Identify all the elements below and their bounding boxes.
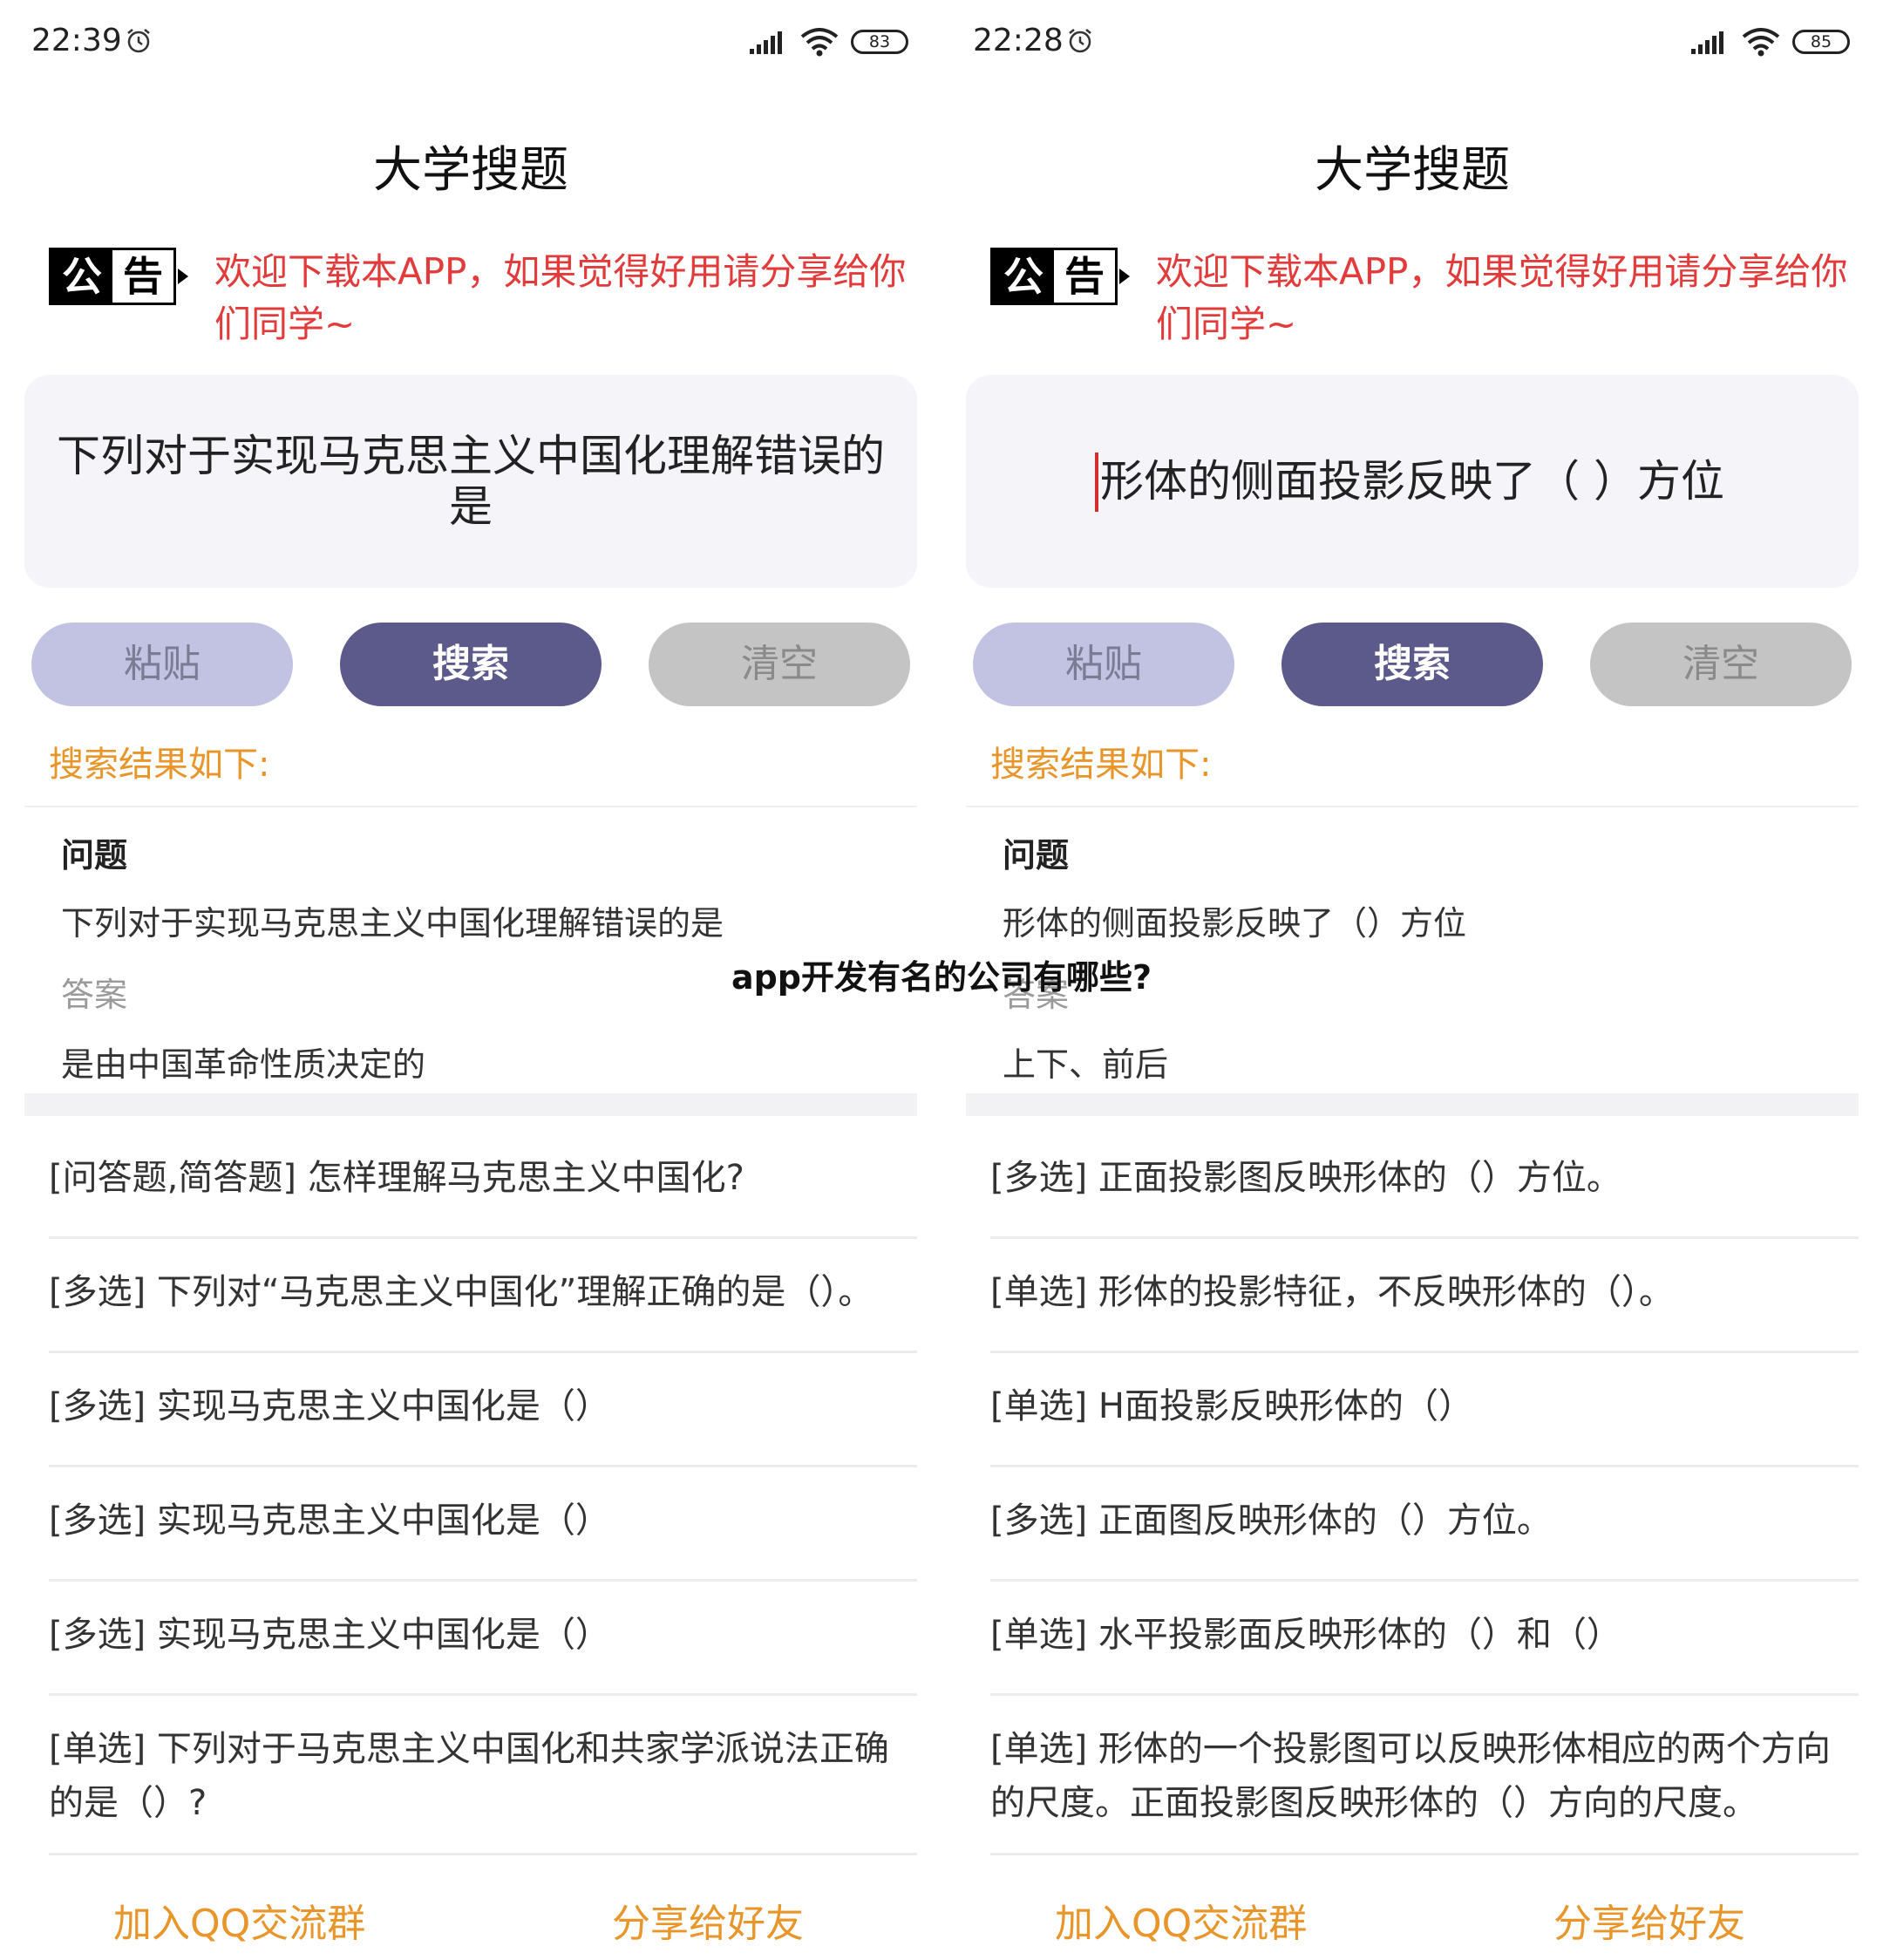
notice-arrow-icon	[178, 269, 188, 284]
notice-text: 欢迎下载本APP，如果觉得好用请分享给你们同学~	[1156, 250, 1848, 345]
share-to-friends-link[interactable]: 分享给好友	[1553, 1892, 1745, 1948]
search-input-text: 形体的侧面投影反映了（ ）方位	[1100, 456, 1724, 507]
clear-button[interactable]: 清空	[649, 623, 910, 706]
related-question-item[interactable]: [多选] 实现马克思主义中国化是（）	[49, 1582, 917, 1696]
text-cursor	[1095, 453, 1099, 512]
notice-badge: 公 告	[990, 248, 1118, 305]
results-heading: 搜索结果如下:	[990, 745, 1212, 785]
share-to-friends-link[interactable]: 分享给好友	[612, 1892, 804, 1948]
notice-arrow-icon	[1119, 269, 1130, 284]
notice-text: 欢迎下载本APP，如果觉得好用请分享给你们同学~	[214, 250, 907, 345]
join-qq-group-link[interactable]: 加入QQ交流群	[113, 1892, 365, 1948]
answer-label: 答案	[61, 976, 128, 1014]
status-bar: 22:39 83	[0, 0, 942, 87]
notice-badge: 公 告	[49, 248, 176, 305]
battery-icon: 83	[851, 30, 908, 54]
answer-text: 上下、前后	[1003, 1045, 1169, 1084]
related-question-item[interactable]: [单选] H面投影反映形体的（）	[990, 1353, 1859, 1467]
clear-button[interactable]: 清空	[1590, 623, 1852, 706]
related-questions-list: [问答题,简答题] 怎样理解马克思主义中国化? [多选] 下列对“马克思主义中国…	[49, 1125, 917, 1855]
answer-label: 答案	[1003, 976, 1070, 1014]
page-title: 大学搜题	[373, 142, 568, 199]
related-question-item[interactable]: [问答题,简答题] 怎样理解马克思主义中国化?	[49, 1125, 917, 1239]
wifi-icon	[1742, 28, 1780, 57]
related-question-item[interactable]: [单选] 水平投影面反映形体的（）和（）	[990, 1582, 1859, 1696]
phone-screen-right: 22:28 85 大学搜题 公 告 欢迎下载本APP，如果觉得好用请分享给你们同…	[942, 0, 1883, 1960]
divider	[966, 806, 1859, 807]
status-bar: 22:28 85	[942, 0, 1883, 87]
page-title: 大学搜题	[1315, 142, 1510, 199]
signal-icon	[750, 31, 782, 54]
join-qq-group-link[interactable]: 加入QQ交流群	[1055, 1892, 1307, 1948]
question-label: 问题	[1003, 836, 1070, 875]
search-input-value: 形体的侧面投影反映了（ ）方位	[1095, 453, 1724, 512]
search-input[interactable]: 下列对于实现马克思主义中国化理解错误的是	[24, 375, 917, 588]
search-input-value: 下列对于实现马克思主义中国化理解错误的是	[57, 431, 885, 532]
signal-icon	[1691, 31, 1723, 54]
related-question-item[interactable]: [多选] 实现马克思主义中国化是（）	[49, 1353, 917, 1467]
question-label: 问题	[61, 836, 128, 875]
search-button[interactable]: 搜索	[340, 623, 602, 706]
divider	[24, 806, 917, 807]
notice-badge-char-2: 告	[1054, 250, 1115, 303]
phone-screen-left: 22:39 83 大学搜题 公 告 欢迎下载本APP，如果觉得好用请分享给你们同…	[0, 0, 942, 1960]
notice-badge-char-1: 公	[993, 250, 1054, 303]
related-question-item[interactable]: [多选] 下列对“马克思主义中国化”理解正确的是（）。	[49, 1239, 917, 1353]
related-question-item[interactable]: [单选] 下列对于马克思主义中国化和共家学派说法正确的是（）?	[49, 1696, 917, 1855]
result-card: 问题 形体的侧面投影反映了（）方位 答案 上下、前后	[966, 811, 1859, 1118]
related-question-item[interactable]: [多选] 正面图反映形体的（）方位。	[990, 1467, 1859, 1582]
search-button[interactable]: 搜索	[1281, 623, 1543, 706]
status-time: 22:28	[973, 23, 1064, 58]
paste-button[interactable]: 粘贴	[31, 623, 293, 706]
search-input[interactable]: 形体的侧面投影反映了（ ）方位	[966, 375, 1859, 588]
related-question-item[interactable]: [多选] 正面投影图反映形体的（）方位。	[990, 1125, 1859, 1239]
wifi-icon	[800, 28, 839, 57]
related-questions-list: [多选] 正面投影图反映形体的（）方位。 [单选] 形体的投影特征，不反映形体的…	[990, 1125, 1859, 1855]
status-time: 22:39	[31, 23, 122, 58]
battery-icon: 85	[1792, 30, 1850, 54]
alarm-icon	[127, 29, 150, 53]
result-card: 问题 下列对于实现马克思主义中国化理解错误的是 答案 是由中国革命性质决定的	[24, 811, 917, 1118]
alarm-icon	[1069, 29, 1091, 53]
question-text: 形体的侧面投影反映了（）方位	[1003, 904, 1467, 943]
answer-text: 是由中国革命性质决定的	[61, 1045, 426, 1084]
notice-badge-char-1: 公	[51, 250, 112, 303]
related-question-item[interactable]: [单选] 形体的投影特征，不反映形体的（）。	[990, 1239, 1859, 1353]
page: 22:39 83 大学搜题 公 告 欢迎下载本APP，如果觉得好用请分享给你们同…	[0, 0, 1883, 1960]
card-separator	[966, 1093, 1859, 1116]
results-heading: 搜索结果如下:	[49, 745, 270, 785]
related-question-item[interactable]: [单选] 形体的一个投影图可以反映形体相应的两个方向的尺度。正面投影图反映形体的…	[990, 1696, 1859, 1855]
related-question-item[interactable]: [多选] 实现马克思主义中国化是（）	[49, 1467, 917, 1582]
paste-button[interactable]: 粘贴	[973, 623, 1234, 706]
question-text: 下列对于实现马克思主义中国化理解错误的是	[61, 904, 724, 943]
notice-badge-char-2: 告	[112, 250, 173, 303]
card-separator	[24, 1093, 917, 1116]
